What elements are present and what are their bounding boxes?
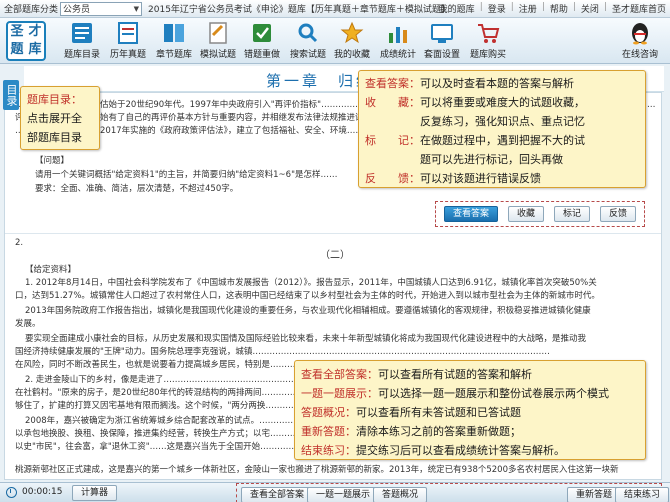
- practice-actions: 查看全部答案 一题一题展示 答题概况 重新答题 结束练习: [236, 483, 670, 502]
- calculator-button[interactable]: 计算器: [72, 485, 118, 501]
- cart-icon: [475, 21, 501, 45]
- material-line: 国经济持续健康发展的"王牌"动力。国务院总理李克强说，城镇………………………………: [15, 347, 550, 357]
- status-bar: 00:00:15 计算器 查看全部答案 一题一题展示 答题概况 重新答题 结束练…: [0, 482, 670, 502]
- restart-button[interactable]: 重新答题: [567, 487, 622, 502]
- catalog-side-tab[interactable]: 目录: [3, 80, 19, 110]
- link-help[interactable]: 帮助: [550, 2, 568, 15]
- clock-icon: [6, 487, 17, 498]
- chapter-icon: [161, 21, 187, 45]
- exam-category-label: 全部题库分类: [4, 5, 59, 15]
- app-logo: 圣才 题库: [6, 21, 46, 61]
- qq-penguin-icon: [627, 21, 653, 45]
- section-title: （二）: [320, 250, 350, 261]
- mark-button[interactable]: 标记: [553, 206, 590, 222]
- material-line: 发展。: [15, 319, 41, 329]
- material-line: 2008年，嘉兴被确定为浙江省统筹城乡综合配套改革的试点。………………………………: [25, 416, 305, 426]
- main-toolbar: 圣才 题库 题库目录 历年真题 章节题库 模拟试题 错题重做 搜索试题 我的收藏…: [0, 18, 670, 64]
- finish-button[interactable]: 结束练习: [615, 487, 670, 502]
- material-line: 以史"市民"，往会富，拿"退休工资"……这是嘉兴当先于全国开始…………………………: [15, 442, 305, 452]
- show-answer-button[interactable]: 查看答案: [443, 206, 498, 222]
- link-my-bank[interactable]: 我的题库: [439, 2, 475, 15]
- toolbar-stats[interactable]: 成绩统计: [376, 21, 420, 63]
- exam-category-select[interactable]: 公务员 ▼: [60, 1, 143, 16]
- material-line: 1. 2012年8月14日，中国社会科学院发布了《中国城市发展报告（2012）》…: [25, 278, 597, 288]
- material-line: 桃源新邨社区正式建成，这是嘉兴的第一个城乡一体新社区，金陵山一家也搬进了桃源新邨…: [15, 465, 619, 475]
- link-close[interactable]: 关闭: [581, 2, 599, 15]
- link-home[interactable]: 圣才题库首页: [612, 2, 666, 15]
- view-all-answers-button[interactable]: 查看全部答案: [241, 487, 314, 502]
- practice-actions-tooltip: 查看全部答案： 可以查看所有试题的答案和解析 一题一题展示： 可以选择一题一题展示和…: [294, 360, 646, 460]
- catalog-tooltip: 题库目录： 点击展开全 部题库目录: [20, 86, 100, 150]
- material-line: 在社鹤村。"原来的房子，是20世纪80年代的砖混结构的两排两间…………………………: [15, 388, 305, 398]
- redo-wrong-icon: [249, 21, 275, 45]
- answer-actions-tooltip: 查看答案： 可以及时查看本题的答案与解析 收 藏： 可以将重要或难度大的试题收藏， …: [358, 70, 646, 188]
- material-line: 口，达到51.27%。城镇常住人口超过了农村常住人口，这表明中国已经结束了以乡村…: [15, 291, 600, 301]
- feedback-button[interactable]: 反馈: [599, 206, 636, 222]
- catalog-icon: [69, 21, 95, 45]
- material-line: 够住了，扩建的打算又因宅基地有限而搁浅。这个时候，"两分两换……………………………: [15, 401, 305, 411]
- toolbar-purchase[interactable]: 题库购买: [466, 21, 510, 63]
- toolbar-chapter[interactable]: 章节题库: [152, 21, 196, 63]
- toolbar-mock-exam[interactable]: 模拟试题: [196, 21, 240, 63]
- search-icon: [295, 21, 321, 45]
- question-number: 2.: [15, 238, 24, 248]
- divider: [5, 233, 661, 234]
- question-actions: 查看答案 收藏 标记 反馈: [435, 201, 645, 227]
- link-register[interactable]: 注册: [519, 2, 537, 15]
- top-bar: 全部题库分类 公务员 ▼ 2015年辽宁省公务员考试《申论》题库【历年真题＋章节…: [0, 0, 670, 18]
- toolbar-online-consult[interactable]: 在线咨询: [618, 21, 662, 63]
- app-title: 2015年辽宁省公务员考试《申论》题库【历年真题＋章节题库＋模拟试题】: [148, 5, 450, 15]
- favorite-button[interactable]: 收藏: [507, 206, 544, 222]
- answer-overview-button[interactable]: 答题概况: [373, 487, 428, 502]
- material-line: 要实现全面建成小康社会的目标，从历史发展和现实国情及国际经验比较来看，未来十年新…: [25, 334, 587, 344]
- top-links: 我的题库 | 登录 | 注册 | 帮助 | 关闭 | 圣才题库首页: [438, 2, 666, 15]
- exam-category-value: 公务员: [63, 5, 91, 15]
- material-line: 2013年国务院政府工作报告指出，城镇化是我国现代化建设的重要任务，与农业现代化…: [25, 306, 591, 316]
- material-line: 在风险，同时不断改善民生，也就是说要着力提高城乡居民，特别是……………………………: [15, 360, 315, 370]
- toolbar-redo-wrong[interactable]: 错题重做: [240, 21, 284, 63]
- elapsed-time: 00:00:15: [22, 487, 63, 497]
- settings-icon: [429, 21, 455, 45]
- toolbar-search[interactable]: 搜索试题: [286, 21, 330, 63]
- stats-icon: [385, 21, 411, 45]
- link-login[interactable]: 登录: [488, 2, 506, 15]
- question-requirement: 要求：全面、准确、简洁，层次清楚，不超过450字。: [35, 184, 239, 194]
- toolbar-catalog[interactable]: 题库目录: [60, 21, 104, 63]
- chevron-down-icon: ▼: [133, 4, 140, 13]
- material-line: 2. 走进金陵山下的乡村，像是走进了……………………………………………………………: [25, 375, 305, 385]
- one-by-one-button[interactable]: 一题一题展示: [307, 487, 380, 502]
- material-line: 以承包地换股、换租、换保障，推进集约经营，转换生产方式；以宅……………………………: [15, 429, 305, 439]
- favorites-icon: [339, 21, 365, 45]
- question-heading: 【问题】: [35, 156, 70, 166]
- mock-exam-icon: [205, 21, 231, 45]
- material-heading: 【给定资料】: [25, 265, 77, 275]
- toolbar-favorites[interactable]: 我的收藏: [330, 21, 374, 63]
- toolbar-past-exams[interactable]: 历年真题: [106, 21, 150, 63]
- question-text: 请用一个关键词概括"给定资料1"的主旨，并简要归纳"给定资料1~6"是怎样……: [35, 170, 338, 180]
- past-exams-icon: [115, 21, 141, 45]
- toolbar-settings[interactable]: 套面设置: [420, 21, 464, 63]
